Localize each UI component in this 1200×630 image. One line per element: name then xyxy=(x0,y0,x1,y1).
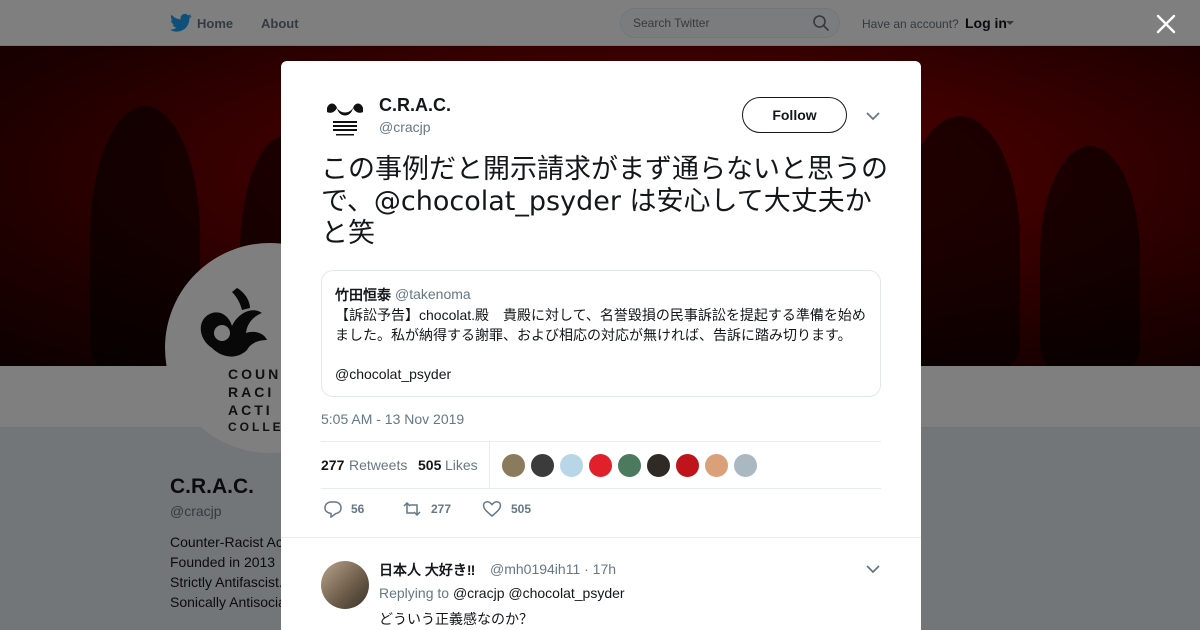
follow-button[interactable]: Follow xyxy=(742,97,847,133)
quoted-tweet-mention: @chocolat_psyder xyxy=(335,366,452,382)
chevron-down-icon[interactable] xyxy=(865,563,881,575)
close-icon[interactable] xyxy=(1152,10,1180,38)
heart-icon[interactable] xyxy=(482,500,502,518)
liker-avatar[interactable] xyxy=(675,453,700,478)
liker-avatar[interactable] xyxy=(646,453,671,478)
quoted-author-handle: @takenoma xyxy=(395,286,471,302)
liker-avatar[interactable] xyxy=(617,453,642,478)
reply-divider xyxy=(281,537,921,538)
quoted-author-name: 竹田恒泰 xyxy=(335,287,391,303)
replying-to-link[interactable]: @chocolat_psyder xyxy=(508,585,624,601)
retweet-icon[interactable] xyxy=(402,500,422,518)
tweet-modal: C.R.A.C. @cracjp Follow この事例だと開示請求がまず通らな… xyxy=(281,61,921,630)
quoted-tweet[interactable]: 竹田恒泰 @takenoma 【訴訟予告】chocolat.殿 貴殿に対して、名… xyxy=(321,270,881,397)
reply-icon[interactable] xyxy=(323,500,343,518)
replying-to-label: Replying to xyxy=(379,585,450,601)
author-handle[interactable]: @cracjp xyxy=(379,119,431,135)
tweet-text: この事例だと開示請求がまず通らないと思うので、@chocolat_psyder … xyxy=(321,154,891,250)
author-name[interactable]: C.R.A.C. xyxy=(379,95,451,116)
author-avatar[interactable] xyxy=(321,94,369,142)
chevron-down-icon[interactable] xyxy=(865,110,881,122)
tweet-actions: 56 277 505 xyxy=(321,499,881,519)
retweets-label[interactable]: Retweets xyxy=(349,457,407,473)
reply-author-name[interactable]: 日本人 大好き‼ xyxy=(379,560,475,580)
tweet-timestamp[interactable]: 5:05 AM - 13 Nov 2019 xyxy=(321,411,464,427)
reply-text: どういう正義感なのか？ xyxy=(379,611,533,627)
liker-avatar[interactable] xyxy=(704,453,729,478)
tweet-stats: 277 Retweets 505 Likes xyxy=(321,441,881,489)
crac-logo-icon xyxy=(327,103,363,136)
reply-author-avatar[interactable] xyxy=(321,561,369,609)
reply-handle-time[interactable]: @mh0194ih11 · 17h xyxy=(490,561,616,577)
likes-label[interactable]: Likes xyxy=(445,457,478,473)
reply-count: 56 xyxy=(351,502,365,516)
liker-avatar[interactable] xyxy=(501,453,526,478)
replying-to: Replying to @cracjp @chocolat_psyder xyxy=(379,585,625,601)
retweet-count[interactable]: 277 xyxy=(321,457,344,473)
liker-avatar[interactable] xyxy=(733,453,758,478)
quoted-tweet-text: 【訴訟予告】chocolat.殿 貴殿に対して、名誉毀損の民事訴訟を提起する準備… xyxy=(335,307,866,343)
tweet-mention-link[interactable]: @chocolat_psyder xyxy=(374,186,621,217)
replying-to-link[interactable]: @cracjp xyxy=(453,585,505,601)
liker-avatar[interactable] xyxy=(530,453,555,478)
liker-avatar[interactable] xyxy=(559,453,584,478)
liker-avatar[interactable] xyxy=(588,453,613,478)
like-action-count: 505 xyxy=(511,502,532,516)
retweet-action-count: 277 xyxy=(431,502,452,516)
like-count[interactable]: 505 xyxy=(418,457,441,473)
stats-divider xyxy=(489,442,490,488)
